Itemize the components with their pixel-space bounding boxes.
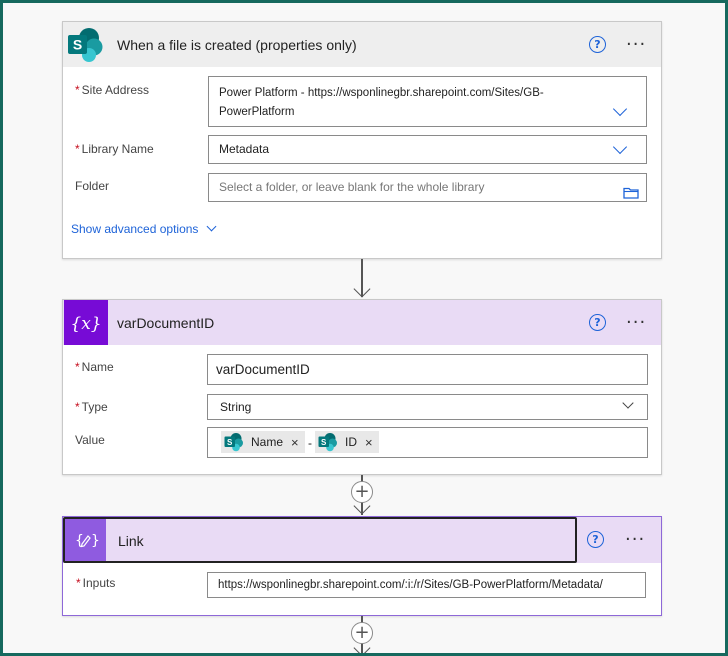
more-options-icon[interactable]: ··· bbox=[626, 36, 646, 54]
remove-token-icon[interactable]: × bbox=[291, 435, 299, 450]
site-address-label: * Site Address bbox=[75, 83, 150, 97]
library-name-label: * Library Name bbox=[75, 142, 154, 156]
folder-placeholder: Select a folder, or leave blank for the … bbox=[219, 180, 485, 194]
site-address-line-2: PowerPlatform bbox=[219, 106, 295, 118]
dynamic-content-token[interactable]: S ID × bbox=[315, 431, 379, 453]
arrow-down-icon bbox=[353, 280, 371, 298]
more-options-icon[interactable]: ··· bbox=[625, 531, 645, 549]
svg-text:S: S bbox=[73, 37, 82, 53]
token-label: ID bbox=[345, 435, 357, 449]
variable-name-input[interactable]: varDocumentID bbox=[207, 354, 648, 385]
site-address-dropdown[interactable]: Power Platform - https://wsponlinegbr.sh… bbox=[208, 76, 647, 127]
variable-header[interactable]: {x} varDocumentID ? ··· bbox=[63, 300, 661, 345]
name-label: * Name bbox=[75, 360, 114, 374]
dynamic-content-token[interactable]: S Name × bbox=[221, 431, 305, 453]
sharepoint-icon: S bbox=[318, 433, 337, 452]
link-step-card: { } Link ? ··· * Inputs https://wsponline… bbox=[62, 516, 662, 616]
variable-icon: {x} bbox=[64, 300, 108, 345]
value-label: Value bbox=[75, 433, 105, 447]
variable-title: varDocumentID bbox=[117, 315, 215, 331]
variable-value-input[interactable]: S Name × - S ID × bbox=[207, 427, 648, 458]
chevron-down-icon[interactable] bbox=[612, 139, 628, 155]
folder-icon[interactable] bbox=[623, 182, 639, 209]
site-address-line-1: Power Platform - https://wsponlinegbr.sh… bbox=[219, 87, 544, 99]
sharepoint-icon: S bbox=[224, 433, 243, 452]
inputs-value: https://wsponlinegbr.sharepoint.com/:i:/… bbox=[218, 579, 603, 591]
folder-input[interactable]: Select a folder, or leave blank for the … bbox=[208, 173, 647, 202]
link-title[interactable]: Link bbox=[118, 533, 144, 549]
help-icon[interactable]: ? bbox=[589, 314, 606, 331]
svg-text:}: } bbox=[91, 533, 100, 549]
folder-label: Folder bbox=[75, 179, 110, 193]
initialize-variable-card: {x} varDocumentID ? ··· * Name varDocumen… bbox=[62, 299, 662, 475]
library-name-value: Metadata bbox=[219, 142, 270, 156]
library-name-dropdown[interactable]: Metadata bbox=[208, 135, 647, 164]
show-advanced-options-link[interactable]: Show advanced options bbox=[71, 221, 217, 236]
trigger-card: S When a file is created (properties onl… bbox=[62, 21, 662, 259]
remove-token-icon[interactable]: × bbox=[365, 435, 373, 450]
trigger-title: When a file is created (properties only) bbox=[117, 37, 357, 53]
help-icon[interactable]: ? bbox=[587, 531, 604, 548]
svg-text:S: S bbox=[321, 438, 327, 447]
svg-text:S: S bbox=[227, 438, 233, 447]
svg-text:{x}: {x} bbox=[70, 314, 101, 334]
token-label: Name bbox=[251, 435, 284, 449]
more-options-icon[interactable]: ··· bbox=[626, 314, 646, 332]
variable-name-value: varDocumentID bbox=[216, 362, 310, 377]
inputs-field[interactable]: https://wsponlinegbr.sharepoint.com/:i:/… bbox=[207, 572, 646, 598]
variable-type-dropdown[interactable]: String bbox=[207, 394, 648, 420]
trigger-header[interactable]: S When a file is created (properties onl… bbox=[63, 22, 661, 67]
variable-type-value: String bbox=[220, 400, 252, 414]
sharepoint-icon: S bbox=[65, 27, 105, 63]
variable-edit-icon: { } bbox=[65, 519, 106, 561]
token-separator: - bbox=[308, 436, 312, 450]
help-icon[interactable]: ? bbox=[589, 36, 606, 53]
chevron-down-icon bbox=[206, 221, 217, 231]
link-header[interactable]: { } Link ? ··· bbox=[63, 517, 661, 563]
chevron-down-icon[interactable] bbox=[622, 397, 634, 409]
inputs-label: * Inputs bbox=[76, 576, 116, 590]
type-label: * Type bbox=[75, 400, 108, 414]
